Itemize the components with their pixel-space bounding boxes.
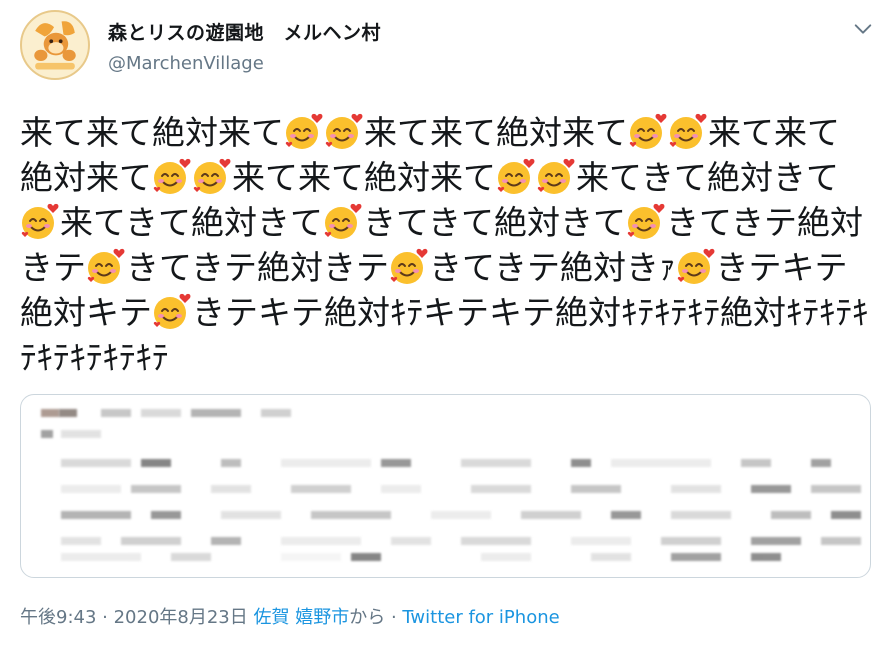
blurred-content-block	[291, 485, 351, 493]
blurred-content-block	[61, 553, 141, 561]
blurred-content-block	[61, 485, 121, 493]
blurred-content-block	[431, 511, 491, 519]
blurred-content-block	[101, 409, 131, 417]
blurred-content-block	[391, 537, 431, 545]
blurred-content-block	[61, 459, 131, 467]
blurred-content-block	[671, 485, 721, 493]
display-name[interactable]: 森とリスの遊園地 メルヘン村	[108, 18, 381, 45]
blurred-content-block	[171, 553, 211, 561]
handle[interactable]: @MarchenVillage	[108, 53, 381, 74]
blurred-content-block	[221, 511, 281, 519]
from-label: から	[349, 607, 386, 628]
blurred-content-block	[61, 511, 131, 519]
blurred-content-block	[611, 511, 641, 519]
blurred-content-block	[141, 409, 181, 417]
tweet-meta: 午後9:43 · 2020年8月23日 佐賀 嬉野市から · Twitter f…	[20, 603, 560, 629]
blurred-content-block	[521, 511, 581, 519]
tweet-text-segment: きてきテ絶対きテ	[126, 248, 390, 287]
blurred-content-block	[571, 537, 631, 545]
blurred-content-block	[461, 537, 531, 545]
tweet-text-segment: 来てきて絶対きて	[60, 203, 324, 242]
blurred-content-block	[41, 430, 53, 438]
tweet-text-segment: きてきテ絶対きｧ	[429, 248, 676, 287]
blurred-content-block	[611, 459, 711, 467]
blurred-content-block	[751, 485, 791, 493]
smiling-face-with-hearts-icon	[21, 203, 59, 239]
source-link[interactable]: Twitter for iPhone	[402, 607, 559, 628]
blurred-content-block	[121, 537, 181, 545]
chevron-down-icon[interactable]	[852, 18, 874, 40]
blurred-content-block	[671, 511, 731, 519]
blurred-content-block	[771, 511, 811, 519]
tweet-text-segment: 来て来て絶対来て	[232, 158, 496, 197]
smiling-face-with-hearts-icon	[390, 248, 428, 284]
blurred-content-block	[481, 553, 531, 561]
blurred-content-block	[821, 537, 861, 545]
blurred-content-block	[59, 409, 77, 417]
blurred-content-block	[151, 511, 181, 519]
blurred-content-block	[811, 459, 831, 467]
blurred-content-block	[471, 485, 531, 493]
tweet-text-segment: 来て来て絶対来て	[364, 113, 628, 152]
tweet-text-segment: 来て来て絶対来て	[20, 113, 284, 152]
tweet-header: 森とリスの遊園地 メルヘン村 @MarchenVillage	[20, 10, 880, 90]
smiling-face-with-hearts-icon	[537, 158, 575, 194]
smiling-face-with-hearts-icon	[285, 113, 323, 149]
blurred-content-block	[141, 459, 171, 467]
blurred-content-block	[591, 553, 631, 561]
smiling-face-with-hearts-icon	[153, 293, 191, 329]
location-link[interactable]: 佐賀 嬉野市	[254, 607, 350, 628]
smiling-face-with-hearts-icon	[669, 113, 707, 149]
avatar[interactable]	[20, 10, 90, 80]
blurred-content-block	[811, 485, 861, 493]
smiling-face-with-hearts-icon	[677, 248, 714, 284]
blurred-content-block	[661, 537, 721, 545]
blurred-content-block	[461, 459, 531, 467]
tweet-text: 来て来て絶対来て 来て来て絶対来て 来て来て絶対来て 来て来て絶対来て 来てきて絶対きて…	[20, 110, 870, 380]
smiling-face-with-hearts-icon	[193, 158, 231, 194]
blurred-content-block	[211, 485, 251, 493]
blurred-content-block	[351, 553, 381, 561]
blurred-content-block	[831, 511, 861, 519]
blurred-content-block	[751, 537, 801, 545]
blurred-content-block	[131, 485, 181, 493]
blurred-content-block	[671, 553, 721, 561]
squirrel-logo-icon	[23, 13, 87, 77]
blurred-content-block	[571, 485, 621, 493]
timestamp[interactable]: 午後9:43 · 2020年8月23日	[20, 607, 248, 628]
blurred-content-block	[41, 409, 59, 417]
blurred-content-block	[191, 409, 241, 417]
blurred-content-block	[261, 409, 291, 417]
smiling-face-with-hearts-icon	[325, 113, 363, 149]
blurred-content-block	[381, 485, 421, 493]
blurred-content-block	[281, 553, 341, 561]
blurred-content-block	[311, 511, 391, 519]
quoted-card[interactable]	[20, 394, 871, 578]
separator: ·	[385, 607, 403, 628]
author-names: 森とリスの遊園地 メルヘン村 @MarchenVillage	[108, 18, 381, 74]
tweet-text-segment: 来てきて絶対きて	[576, 158, 840, 197]
smiling-face-with-hearts-icon	[324, 203, 362, 239]
smiling-face-with-hearts-icon	[629, 113, 667, 149]
smiling-face-with-hearts-icon	[153, 158, 191, 194]
blurred-content-block	[571, 459, 591, 467]
blurred-content-block	[281, 459, 371, 467]
blurred-content-block	[61, 537, 101, 545]
smiling-face-with-hearts-icon	[627, 203, 665, 239]
smiling-face-with-hearts-icon	[87, 248, 125, 284]
smiling-face-with-hearts-icon	[497, 158, 535, 194]
blurred-content-block	[211, 537, 241, 545]
blurred-content-block	[381, 459, 411, 467]
blurred-content-block	[61, 430, 101, 438]
blurred-content-block	[281, 537, 361, 545]
blurred-content-block	[221, 459, 241, 467]
blurred-content-block	[741, 459, 771, 467]
blurred-content-block	[751, 553, 781, 561]
tweet-text-segment: きてきて絶対きて	[363, 203, 627, 242]
